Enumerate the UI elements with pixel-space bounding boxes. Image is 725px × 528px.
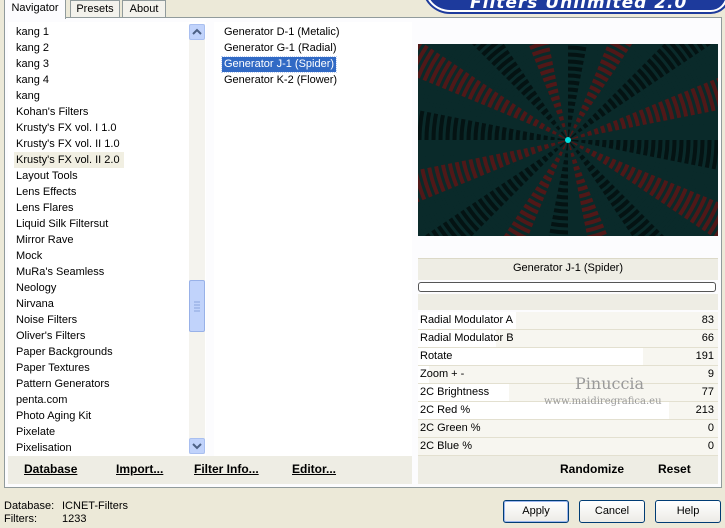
- param-value: 0: [707, 440, 714, 452]
- category-item[interactable]: Krusty's FX vol. I 1.0: [16, 120, 117, 136]
- param-label: 2C Brightness: [420, 386, 490, 398]
- param-slider[interactable]: Radial Modulator A 83: [418, 312, 718, 330]
- filter-item[interactable]: Generator G-1 (Radial): [222, 41, 339, 56]
- category-item[interactable]: kang 1: [16, 24, 49, 40]
- category-item[interactable]: MuRa's Seamless: [16, 264, 104, 280]
- param-label: Radial Modulator A: [420, 314, 513, 326]
- import-button[interactable]: Import...: [116, 462, 163, 476]
- param-value: 66: [701, 332, 714, 344]
- category-item[interactable]: Noise Filters: [16, 312, 77, 328]
- cancel-button[interactable]: Cancel: [579, 500, 645, 523]
- category-item[interactable]: Neology: [16, 280, 56, 296]
- category-item[interactable]: Lens Effects: [16, 184, 76, 200]
- param-label: Zoom + -: [420, 368, 465, 380]
- database-status-value: ICNET-Filters: [62, 500, 128, 512]
- database-button[interactable]: Database: [24, 462, 77, 476]
- category-item[interactable]: Krusty's FX vol. II 1.0: [16, 136, 120, 152]
- param-slider[interactable]: 2C Green % 0: [418, 420, 718, 438]
- param-slider[interactable]: Zoom + - 9: [418, 366, 718, 384]
- param-track[interactable]: [418, 348, 718, 366]
- param-value: 191: [695, 350, 714, 362]
- watermark-name: Pinuccia: [575, 374, 645, 393]
- scroll-down-button[interactable]: [189, 438, 205, 454]
- category-item[interactable]: Layout Tools: [16, 168, 78, 184]
- editor-button[interactable]: Editor...: [292, 462, 336, 476]
- param-label: Radial Modulator B: [420, 332, 514, 344]
- param-value: 83: [701, 314, 714, 326]
- param-label: Rotate: [420, 350, 453, 362]
- category-item[interactable]: Paper Backgrounds: [16, 344, 113, 360]
- grip-icon: [194, 301, 200, 312]
- category-item[interactable]: Pixelisation: [16, 440, 72, 456]
- params-spacer: [418, 294, 718, 310]
- filter-item[interactable]: Generator D-1 (Metalic): [222, 25, 342, 40]
- tab-navigator[interactable]: Navigator: [4, 0, 66, 19]
- param-value: 77: [701, 386, 714, 398]
- param-value: 0: [707, 422, 714, 434]
- category-item[interactable]: Pixelate: [16, 424, 55, 440]
- progress-bar: [418, 282, 716, 292]
- category-item[interactable]: kang 3: [16, 56, 49, 72]
- category-scrollbar[interactable]: [189, 24, 205, 454]
- scroll-thumb[interactable]: [189, 280, 205, 332]
- preview-image: [418, 44, 718, 236]
- tab-presets[interactable]: Presets: [70, 0, 120, 18]
- param-slider[interactable]: Rotate 191: [418, 348, 718, 366]
- spider-pattern: [418, 44, 718, 236]
- param-value: 213: [695, 404, 714, 416]
- param-slider[interactable]: 2C Blue % 0: [418, 438, 718, 456]
- chevron-down-icon: [192, 443, 202, 450]
- apply-button[interactable]: Apply: [503, 500, 569, 523]
- category-item[interactable]: Mock: [16, 248, 42, 264]
- scroll-up-button[interactable]: [189, 24, 205, 40]
- reset-button[interactable]: Reset: [658, 462, 691, 476]
- chevron-up-icon: [192, 28, 202, 35]
- category-item[interactable]: Lens Flares: [16, 200, 73, 216]
- filter-item[interactable]: Generator K-2 (Flower): [222, 73, 339, 88]
- title-banner-text: Filters Unlimited 2.0: [470, 0, 688, 13]
- param-label: 2C Green %: [420, 422, 481, 434]
- filter-name-label: Generator J-1 (Spider): [512, 262, 624, 274]
- tab-about[interactable]: About: [122, 0, 166, 18]
- category-item[interactable]: kang 2: [16, 40, 49, 56]
- watermark-site: www.maidiregrafica.eu: [544, 396, 662, 407]
- database-status-label: Database:: [4, 500, 55, 512]
- param-slider[interactable]: Radial Modulator B 66: [418, 330, 718, 348]
- category-item[interactable]: Oliver's Filters: [16, 328, 85, 344]
- category-item[interactable]: Paper Textures: [16, 360, 90, 376]
- filters-count-label: Filters:: [4, 513, 37, 525]
- param-value: 9: [707, 368, 714, 380]
- randomize-button[interactable]: Randomize: [560, 462, 624, 476]
- param-label: 2C Red %: [420, 404, 471, 416]
- category-item[interactable]: kang: [16, 88, 40, 104]
- pattern-center: [565, 137, 571, 143]
- filters-count-value: 1233: [62, 513, 87, 525]
- filter-info-button[interactable]: Filter Info...: [194, 462, 259, 476]
- help-button[interactable]: Help: [655, 500, 721, 523]
- category-item[interactable]: Kohan's Filters: [16, 104, 88, 120]
- category-item[interactable]: kang 4: [16, 72, 49, 88]
- param-label: 2C Blue %: [420, 440, 472, 452]
- category-item[interactable]: Mirror Rave: [16, 232, 73, 248]
- category-item[interactable]: Photo Aging Kit: [16, 408, 91, 424]
- category-item[interactable]: Krusty's FX vol. II 2.0: [14, 152, 124, 168]
- category-item[interactable]: penta.com: [16, 392, 67, 408]
- category-item[interactable]: Nirvana: [16, 296, 54, 312]
- filter-item[interactable]: Generator J-1 (Spider): [220, 56, 338, 73]
- category-item[interactable]: Pattern Generators: [16, 376, 110, 392]
- category-item[interactable]: Liquid Silk Filtersut: [16, 216, 108, 232]
